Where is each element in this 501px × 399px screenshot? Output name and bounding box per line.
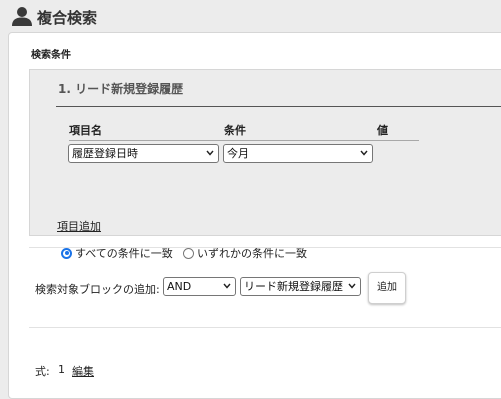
- item-select[interactable]: 履歴登録日時: [68, 144, 219, 163]
- radio-checked-icon[interactable]: [61, 247, 72, 259]
- add-item-link[interactable]: 項目追加: [57, 218, 101, 234]
- panel-label: 検索条件: [31, 50, 71, 61]
- search-conditions-panel: 検索条件 1. リード新規登録履歴 項目名 条件 値 履歴登録日時 今月 項目追…: [8, 32, 501, 399]
- formula-value: 1: [58, 363, 65, 376]
- column-header-value: 値: [377, 124, 388, 137]
- condition-select[interactable]: 今月: [223, 144, 373, 163]
- column-header-condition: 条件: [224, 124, 246, 137]
- edit-formula-link[interactable]: 編集: [72, 363, 94, 379]
- section-divider: [29, 247, 501, 248]
- condition-block: 1. リード新規登録履歴 項目名 条件 値 履歴登録日時 今月 項目追加 すべて…: [29, 69, 501, 260]
- condition-select-value: 今月: [227, 147, 249, 160]
- column-header-divider: [69, 140, 419, 141]
- section-divider: [29, 327, 501, 328]
- block-title-divider: [56, 106, 501, 107]
- chevron-down-icon: [360, 150, 368, 156]
- chevron-down-icon: [223, 283, 231, 289]
- operator-select-value: AND: [167, 280, 192, 293]
- chevron-down-icon: [348, 283, 356, 289]
- radio-unchecked-icon[interactable]: [183, 247, 194, 259]
- page-header: 複合検索: [0, 0, 501, 32]
- person-icon: [12, 7, 32, 26]
- target-block-select[interactable]: リード新規登録履歴: [240, 277, 361, 296]
- formula-label: 式:: [35, 365, 50, 378]
- operator-select[interactable]: AND: [163, 277, 236, 296]
- target-block-select-value: リード新規登録履歴: [244, 280, 343, 293]
- block-add-label: 検索対象ブロックの追加:: [35, 283, 160, 296]
- chevron-down-icon: [206, 150, 214, 156]
- block-title: 1. リード新規登録履歴: [58, 82, 184, 96]
- add-block-button[interactable]: 追加: [368, 272, 406, 304]
- page-title: 複合検索: [37, 9, 98, 27]
- item-select-value: 履歴登録日時: [72, 147, 138, 160]
- column-header-item: 項目名: [69, 124, 102, 137]
